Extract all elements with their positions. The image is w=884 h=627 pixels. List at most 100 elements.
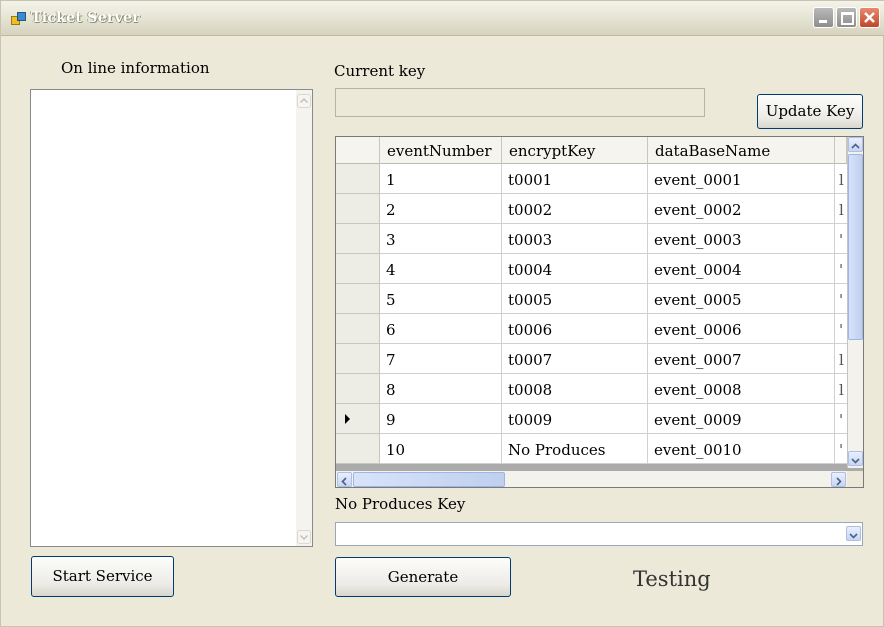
column-header-eventnumber[interactable]: eventNumber (380, 137, 502, 164)
grid-cell[interactable]: 8 (380, 374, 502, 404)
vertical-scroll-thumb[interactable] (848, 154, 863, 340)
table-row[interactable]: 9 t0009 event_0009 ' (336, 404, 847, 434)
scroll-up-icon[interactable] (297, 93, 311, 108)
grid-cell[interactable]: ' (835, 224, 847, 254)
grid-cell[interactable]: 9 (380, 404, 502, 434)
current-row-icon (345, 414, 350, 424)
grid-cell[interactable]: event_0008 (648, 374, 835, 404)
row-header[interactable] (336, 434, 380, 464)
grid-cell[interactable]: t0009 (502, 404, 648, 434)
grid-cell[interactable]: t0001 (502, 164, 648, 194)
grid-cell[interactable]: l (835, 374, 847, 404)
table-row[interactable]: 4 t0004 event_0004 ' (336, 254, 847, 284)
grid-cell[interactable]: event_0001 (648, 164, 835, 194)
online-info-list[interactable] (30, 89, 313, 547)
grid-vertical-scrollbar[interactable] (847, 137, 863, 468)
table-row[interactable]: 1 t0001 event_0001 l (336, 164, 847, 194)
table-row[interactable]: 10 No Produces event_0010 ' (336, 434, 847, 464)
online-list-scrollbar[interactable] (296, 90, 312, 546)
grid-cell[interactable]: event_0009 (648, 404, 835, 434)
update-key-label: Update Key (765, 102, 855, 120)
online-info-label: On line information (61, 59, 210, 77)
grid-cell[interactable]: 4 (380, 254, 502, 284)
row-header[interactable] (336, 374, 380, 404)
generate-label: Generate (387, 568, 459, 586)
close-icon (864, 12, 875, 23)
grid-cell[interactable]: 5 (380, 284, 502, 314)
current-key-label: Current key (334, 62, 426, 80)
scroll-left-icon[interactable] (337, 472, 352, 487)
no-produces-key-label: No Produces Key (335, 495, 466, 513)
table-row[interactable]: 7 t0007 event_0007 l (336, 344, 847, 374)
grid-corner-header (336, 137, 380, 164)
grid-cell[interactable]: event_0004 (648, 254, 835, 284)
grid-cell[interactable]: event_0005 (648, 284, 835, 314)
table-row[interactable]: 2 t0002 event_0002 l (336, 194, 847, 224)
grid-cell[interactable]: ' (835, 404, 847, 434)
scroll-right-icon[interactable] (831, 472, 846, 487)
grid-cell[interactable]: No Produces (502, 434, 648, 464)
row-header[interactable] (336, 224, 380, 254)
grid-cell[interactable]: t0002 (502, 194, 648, 224)
scroll-down-icon[interactable] (297, 529, 311, 544)
row-header[interactable] (336, 314, 380, 344)
table-row[interactable]: 8 t0008 event_0008 l (336, 374, 847, 404)
grid-cell[interactable]: ' (835, 254, 847, 284)
maximize-button[interactable] (836, 7, 857, 28)
update-key-button[interactable]: Update Key (757, 94, 863, 129)
grid-cell[interactable]: l (835, 344, 847, 374)
grid-cell[interactable]: event_0010 (648, 434, 835, 464)
grid-cell[interactable]: ' (835, 284, 847, 314)
column-header-encryptkey[interactable]: encryptKey (502, 137, 648, 164)
scrollbar-corner (847, 471, 863, 487)
window-title: Ticket Server (31, 10, 140, 26)
grid-cell[interactable]: t0005 (502, 284, 648, 314)
grid-cell[interactable]: event_0003 (648, 224, 835, 254)
scroll-up-icon[interactable] (848, 137, 863, 152)
grid-cell[interactable]: t0004 (502, 254, 648, 284)
close-button[interactable] (859, 7, 880, 28)
event-grid[interactable]: eventNumber encryptKey dataBaseName 1 t00… (335, 136, 864, 488)
grid-cell[interactable]: t0007 (502, 344, 648, 374)
row-header[interactable] (336, 254, 380, 284)
grid-cell[interactable]: event_0007 (648, 344, 835, 374)
row-header[interactable] (336, 404, 380, 434)
grid-cell[interactable]: 2 (380, 194, 502, 224)
grid-cell[interactable]: event_0006 (648, 314, 835, 344)
grid-cell[interactable]: ' (835, 434, 847, 464)
grid-cell[interactable]: 1 (380, 164, 502, 194)
table-row[interactable]: 6 t0006 event_0006 ' (336, 314, 847, 344)
generate-button[interactable]: Generate (335, 557, 511, 597)
title-bar[interactable]: Ticket Server (1, 1, 884, 36)
column-header-databasename[interactable]: dataBaseName (648, 137, 835, 164)
grid-cell[interactable]: t0008 (502, 374, 648, 404)
table-row[interactable]: 5 t0005 event_0005 ' (336, 284, 847, 314)
scroll-down-icon[interactable] (848, 451, 863, 466)
horizontal-scroll-thumb[interactable] (353, 472, 505, 487)
grid-cell[interactable]: 6 (380, 314, 502, 344)
grid-cell[interactable]: t0006 (502, 314, 648, 344)
row-header[interactable] (336, 164, 380, 194)
dropdown-arrow-icon[interactable] (846, 526, 861, 541)
grid-cell[interactable]: 7 (380, 344, 502, 374)
grid-cell[interactable]: event_0002 (648, 194, 835, 224)
start-service-button[interactable]: Start Service (31, 556, 174, 597)
grid-cell[interactable]: 3 (380, 224, 502, 254)
no-produces-key-combo[interactable] (335, 522, 863, 546)
grid-cell[interactable]: l (835, 194, 847, 224)
table-row[interactable]: 3 t0003 event_0003 ' (336, 224, 847, 254)
current-key-field[interactable] (335, 88, 705, 117)
grid-cell[interactable]: 10 (380, 434, 502, 464)
minimize-button[interactable] (813, 7, 834, 28)
grid-cell[interactable]: l (835, 164, 847, 194)
app-icon (11, 12, 26, 25)
start-service-label: Start Service (52, 567, 153, 585)
row-header[interactable] (336, 194, 380, 224)
status-text: Testing (633, 567, 711, 591)
row-header[interactable] (336, 344, 380, 374)
column-header-partial[interactable] (835, 137, 847, 164)
grid-cell[interactable]: t0003 (502, 224, 648, 254)
grid-cell[interactable]: ' (835, 314, 847, 344)
grid-horizontal-scrollbar[interactable] (336, 471, 847, 487)
row-header[interactable] (336, 284, 380, 314)
